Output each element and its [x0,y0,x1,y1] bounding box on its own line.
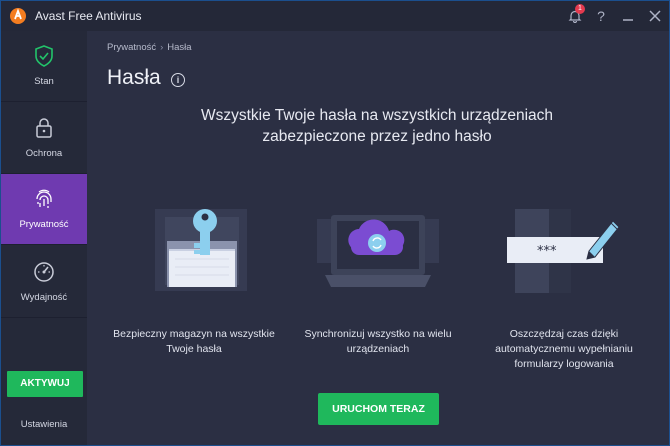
info-icon[interactable]: i [171,73,185,87]
cloud-sync-illustration [317,215,439,287]
sidebar-item-wydajnosc[interactable]: Wydajność [1,247,87,318]
sidebar-item-label: Wydajność [20,292,68,303]
page-title: Hasła [107,66,161,89]
minimize-icon[interactable] [618,6,638,26]
feature-text-line: Twoje hasła [166,343,222,355]
feature-autofill: Oszczędzaj czas dzięki automatycznemu wy… [479,327,649,372]
feature-text-line: formularzy logowania [514,358,614,370]
headline-line-1: Wszystkie Twoje hasła na wszystkich urzą… [200,107,554,124]
notification-badge: 1 [575,4,585,14]
feature-text-line: Synchronizuj wszystko na wielu [304,328,452,340]
main-content: Prywatność › Hasła Hasła i Wszystkie Twoje… [87,31,669,445]
headline-line-2: zabezpieczone przez jedno hasło [262,128,492,145]
fingerprint-icon [36,189,52,208]
sidebar-item-label: Stan [34,76,54,87]
breadcrumb-current: Hasła [167,42,192,53]
breadcrumb: Prywatność › Hasła [107,42,192,53]
app-title: Avast Free Antivirus [35,9,142,23]
feature-sync: Synchronizuj wszystko na wielu urządzeni… [293,327,463,357]
feature-vault: Bezpieczny magazyn na wszystkie Twoje ha… [109,327,279,357]
breadcrumb-parent[interactable]: Prywatność [107,42,156,53]
help-icon[interactable]: ? [591,6,611,26]
activate-button[interactable]: AKTYWUJ [7,371,83,397]
lock-icon [36,118,52,138]
settings-link[interactable]: Ustawienia [1,419,87,430]
password-mask: *** [537,244,557,259]
feature-text-line: urządzeniach [346,343,410,355]
sidebar: Stan Ochrona Prywatność Wydajność AKTYWU… [1,31,87,445]
sidebar-item-label: Ochrona [25,148,63,159]
sidebar-item-label: Prywatność [19,219,69,230]
title-bar: Avast Free Antivirus 1 ? [1,1,669,31]
breadcrumb-separator: › [160,42,164,53]
close-icon[interactable] [645,6,665,26]
headline: Wszystkie Twoje hasła na wszystkich urzą… [177,105,577,147]
vault-folder-illustration [155,209,247,291]
feature-text-line: Bezpieczny magazyn na wszystkie [113,328,275,340]
autofill-form-illustration: *** [507,209,620,293]
app-window: Avast Free Antivirus 1 ? Stan Ochrona Pr… [0,0,670,446]
feature-text-line: Oszczędzaj czas dzięki [509,328,619,340]
feature-text-line: automatycznemu wypełnianiu [495,343,633,355]
avast-logo-icon [10,8,26,24]
launch-now-button[interactable]: URUCHOM TERAZ [318,393,439,425]
sidebar-item-prywatnosc[interactable]: Prywatność [1,174,87,245]
sidebar-item-ochrona[interactable]: Ochrona [1,103,87,174]
speedometer-icon [34,262,54,282]
sidebar-item-stan[interactable]: Stan [1,31,87,102]
shield-check-icon [35,45,53,67]
